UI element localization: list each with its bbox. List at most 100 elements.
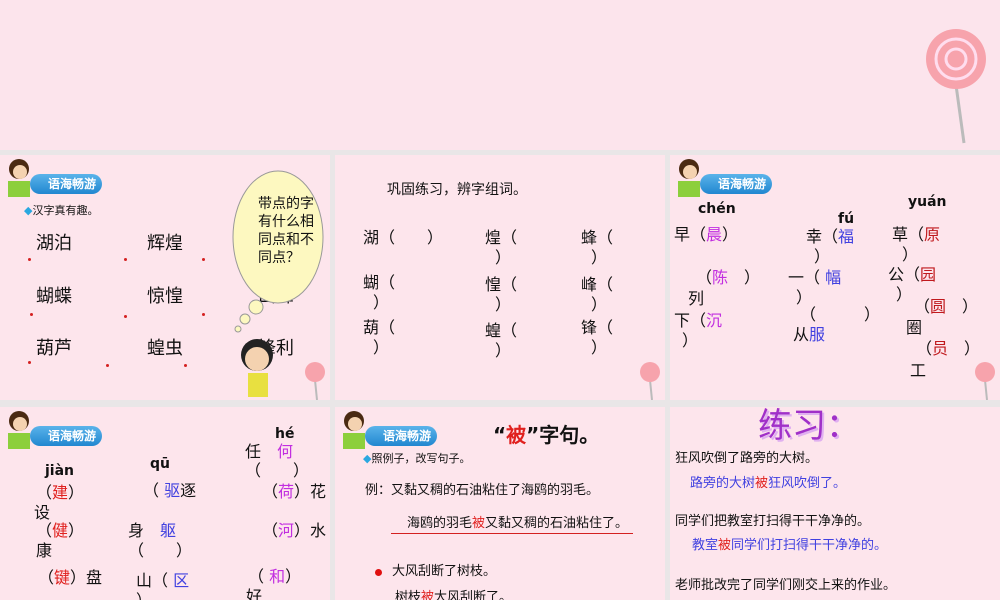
word: 设 [34,503,51,522]
word: 康 [36,541,53,560]
question: 老师批改完了同学们刚交上来的作业。 [675,578,897,593]
paren: ） [682,331,699,350]
slide-title: 练习： [758,407,860,446]
paren: ） [495,295,512,314]
item: 幸（福 [806,227,855,246]
example-answer: 海鸥的羽毛被又黏又稠的石油粘住了。 [407,516,629,531]
answer: 树枝被大风刮断了。 [395,590,513,600]
slide-bei-sentences[interactable]: 语海畅游 “被”字句。 ◆照例子，改写句子。 例：又黏又稠的石油粘住了海鸥的羽毛… [335,407,665,600]
pinyin: hé [275,426,295,442]
item: 早（晨） [674,225,739,244]
item: （员 ） [916,339,981,358]
girl-icon [678,159,700,197]
lollipop-icon [926,29,986,144]
word: 列 [688,289,705,308]
paren: ） [814,247,831,266]
example-sentence: 例：又黏又稠的石油粘住了海鸥的羽毛。 [365,483,600,498]
item: 山（ 区 [136,571,190,590]
item: （荷）花 [262,482,327,501]
girl-icon [8,411,30,449]
title-slide-area [0,0,1000,150]
paren: ） [373,338,390,357]
paren: ） [591,295,608,314]
pinyin: fú [838,211,855,227]
section-badge: 语海畅游 [2,409,102,451]
answer: 教室被同学们打扫得干干净净的。 [692,538,888,553]
word: 工 [910,361,927,380]
item: （ 驱逐 [143,481,197,500]
exercise-item: 惶（ [485,275,518,294]
word: 蝴蝶 [36,286,72,307]
paren: ） [136,593,152,600]
section-badge: 语海畅游 [672,157,772,199]
word: 惊惶 [147,286,183,307]
paren: ） [373,293,390,312]
slide-hanzi-fun[interactable]: 语海畅游 ◆汉字真有趣。 湖泊 辉煌 蝴蝶 惊惶 山峰 葫芦 蝗虫 锋利 带点的… [0,155,330,400]
paren: ） [896,285,913,304]
word: 湖泊 [36,233,72,254]
item: 公（园 [888,265,937,284]
slide-exercise[interactable]: 练习： 狂风吹倒了路旁的大树。 路旁的大树被狂风吹倒了。 同学们把教室打扫得干干… [670,407,1000,600]
item: 一（ 幅 [788,268,842,287]
bullet-icon [375,569,382,576]
paren: ） [591,338,608,357]
subtitle: ◆汉字真有趣。 [24,204,99,217]
pinyin: yuán [908,194,947,210]
paren: （ ） [128,541,193,560]
slide-form-words[interactable]: 语海畅游 jiàn qū hé （建） 设 （健） 康 （键）盘 （ 驱逐 身 … [0,407,330,600]
paren: ） [796,288,813,307]
paren: ） [495,248,512,267]
exercise-item: 葫（ [363,318,396,337]
item: （键）盘 [38,568,103,587]
slide-practice-words[interactable]: 巩固练习，辨字组词。 湖（ ） 煌（） 蜂（） 蝴（） 惶（） 峰（） 葫（） … [335,155,665,400]
item: （ 和） [248,567,302,586]
answer: 路旁的大树被狂风吹倒了。 [690,476,847,491]
item: （陈 ） [696,268,761,287]
answer-underline [391,533,633,534]
slide-homophones[interactable]: 语海畅游 chén fú yuán 早（晨） （陈 ） 列 下（沉 ） 幸（福 … [670,155,1000,400]
exercise-item: 蝗（ [485,321,518,340]
word: 辉煌 [147,233,183,254]
paren: （ ） [800,305,881,324]
item: 任 何 [245,442,294,461]
item: 草（原 [892,225,941,244]
item: 从服 [793,325,826,344]
item: （健） [36,521,85,540]
word: 蝗虫 [147,338,183,359]
paren: ） [495,341,512,360]
question: 大风刮断了树枝。 [392,564,497,579]
bubble-text: 带点的字有什么相同点和不同点？ [258,196,314,266]
word: 葫芦 [36,338,72,359]
paren: ） [591,248,608,267]
question: 同学们把教室打扫得干干净净的。 [675,514,871,529]
question: 狂风吹倒了路旁的大树。 [675,451,819,466]
girl-icon [343,411,365,449]
lollipop-icon [975,362,995,400]
lollipop-icon [640,362,660,400]
slide-title: 巩固练习，辨字组词。 [387,182,527,198]
exercise-item: 湖（ ） [363,228,444,247]
paren: ） [902,245,919,264]
exercise-item: 峰（ [581,275,614,294]
exercise-item: 蜂（ [581,228,614,247]
boy-icon [241,339,273,397]
item: 下（沉 [674,311,723,330]
subtitle: ◆照例子，改写句子。 [363,452,471,465]
exercise-item: 锋（ [581,318,614,337]
item: （建） [36,483,85,502]
section-badge: 语海畅游 [2,157,102,199]
pinyin: jiàn [45,463,75,479]
paren: （ ） [245,461,310,480]
pinyin: qū [150,456,170,472]
item: 身 躯 [128,521,177,540]
item: （圆 ） [914,297,979,316]
slide-title: “被”字句。 [493,423,600,447]
word: 圈 [906,318,923,337]
girl-icon [8,159,30,197]
pinyin: chén [698,201,736,217]
lollipop-icon [305,362,325,400]
section-badge: 语海畅游 [337,409,437,451]
item: （河）水 [262,521,327,540]
exercise-item: 蝴（ [363,273,396,292]
word: 好 [246,587,263,600]
